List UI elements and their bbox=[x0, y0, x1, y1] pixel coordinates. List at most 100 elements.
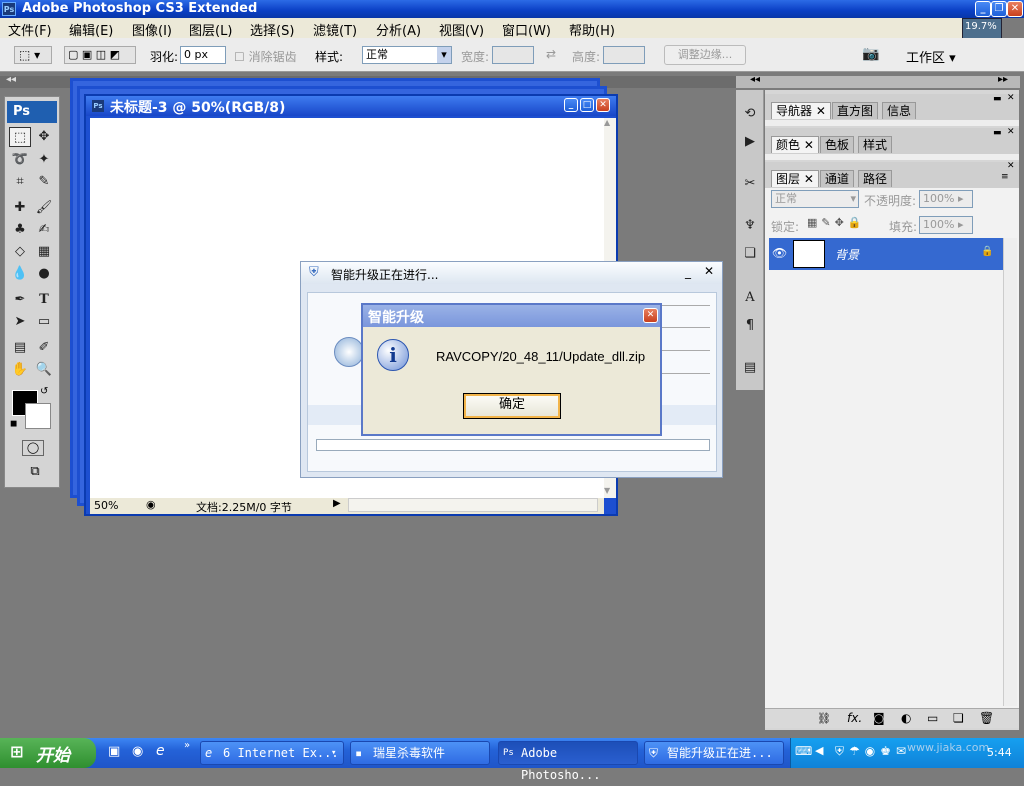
selection-mode-buttons[interactable]: ▢ ▣ ◫ ◩ bbox=[64, 46, 136, 64]
eye-icon[interactable]: 👁 bbox=[772, 246, 787, 260]
default-colors-icon[interactable]: ◼ bbox=[10, 419, 17, 429]
menu-edit[interactable]: 编辑(E) bbox=[69, 20, 113, 39]
lock-icons[interactable]: ▦✎✥🔒 bbox=[807, 216, 866, 229]
menu-image[interactable]: 图像(I) bbox=[132, 20, 172, 39]
menu-layer[interactable]: 图层(L) bbox=[189, 20, 232, 39]
brush-tool-icon[interactable]: 🖌 bbox=[33, 198, 55, 218]
scroll-down-icon[interactable]: ▼ bbox=[604, 486, 610, 495]
media-player-icon[interactable]: ◉ bbox=[132, 744, 143, 759]
menu-window[interactable]: 窗口(W) bbox=[502, 20, 551, 39]
adjustment-layer-icon[interactable]: ◐ bbox=[901, 711, 911, 725]
close-panel-icon[interactable]: ✕ bbox=[1007, 161, 1015, 171]
close-panel-icon[interactable]: ✕ bbox=[1007, 127, 1015, 137]
menu-select[interactable]: 选择(S) bbox=[250, 20, 294, 39]
background-color-swatch[interactable] bbox=[25, 403, 51, 429]
tab-styles[interactable]: 样式 bbox=[858, 136, 893, 153]
expand-icon[interactable]: ▸▸ bbox=[998, 74, 1008, 85]
tray-icons[interactable]: ⛨☂◉♚✉ bbox=[835, 744, 911, 759]
status-menu-icon[interactable]: ◉ bbox=[146, 498, 156, 511]
antialias-checkbox[interactable]: ☐ 消除锯齿 bbox=[234, 48, 297, 65]
message-close-button[interactable]: ✕ bbox=[643, 308, 658, 323]
zoom-tool-icon[interactable]: 🔍 bbox=[33, 360, 55, 380]
group-icon[interactable]: ▭ bbox=[927, 711, 938, 725]
paragraph-panel-icon[interactable]: ¶ bbox=[739, 316, 761, 336]
ie-icon[interactable]: e bbox=[156, 743, 165, 759]
hand-tool-icon[interactable]: ✋ bbox=[9, 360, 31, 380]
eraser-tool-icon[interactable]: ◇ bbox=[9, 242, 31, 262]
menu-file[interactable]: 文件(F) bbox=[8, 20, 52, 39]
quick-mask-icon[interactable]: ◯ bbox=[22, 440, 44, 456]
swap-icon[interactable]: ⇄ bbox=[546, 47, 556, 61]
horizontal-scrollbar[interactable] bbox=[348, 498, 598, 512]
gradient-tool-icon[interactable]: ▦ bbox=[33, 242, 55, 262]
collapse-icon[interactable]: ◂◂ bbox=[750, 74, 760, 85]
swap-colors-icon[interactable]: ↺ bbox=[40, 386, 48, 397]
task-photoshop[interactable]: Ps Adobe Photosho... bbox=[498, 741, 638, 782]
pen-tool-icon[interactable]: ✒ bbox=[9, 290, 31, 310]
scroll-up-icon[interactable]: ▲ bbox=[604, 118, 610, 127]
close-panel-icon[interactable]: ✕ bbox=[1007, 93, 1015, 103]
feather-input[interactable]: 0 px bbox=[180, 46, 226, 64]
layer-row-background[interactable]: 👁 背景 🔒 bbox=[769, 238, 1003, 270]
bridge-icon[interactable]: 📷 bbox=[862, 46, 879, 62]
menu-view[interactable]: 视图(V) bbox=[439, 20, 484, 39]
start-button[interactable]: ⊞ 开始 bbox=[0, 738, 96, 768]
tab-swatches[interactable]: 色板 bbox=[820, 136, 855, 153]
menu-filter[interactable]: 滤镜(T) bbox=[313, 20, 357, 39]
marquee-tool-icon[interactable]: ⬚ bbox=[9, 127, 31, 147]
refine-edge-button[interactable]: 调整边缘... bbox=[664, 45, 746, 65]
magic-wand-icon[interactable]: ✦ bbox=[33, 150, 55, 170]
character-panel-icon[interactable]: A bbox=[739, 288, 761, 308]
height-input[interactable] bbox=[603, 46, 645, 64]
trash-icon[interactable]: 🗑 bbox=[979, 711, 994, 725]
restore-button[interactable]: ❐ bbox=[991, 1, 1007, 17]
healing-brush-icon[interactable]: ✚ bbox=[9, 198, 31, 218]
style-select[interactable]: 正常 ▾ bbox=[362, 46, 452, 64]
link-layers-icon[interactable]: ⛓ bbox=[817, 712, 831, 725]
zoom-level[interactable]: 50% bbox=[94, 499, 118, 512]
message-title-bar[interactable]: 智能升级 ✕ bbox=[363, 305, 660, 327]
menu-analysis[interactable]: 分析(A) bbox=[376, 20, 421, 39]
workspace-menu[interactable]: 工作区 ▾ bbox=[906, 47, 956, 66]
keyboard-icon[interactable]: ⌨ bbox=[795, 744, 812, 758]
layer-comps-icon[interactable]: ❏ bbox=[739, 244, 761, 264]
type-tool-icon[interactable]: T bbox=[33, 290, 55, 310]
updater-title-bar[interactable]: ⛨ 智能升级正在进行... _ ✕ bbox=[301, 262, 722, 284]
minimize-panel-icon[interactable]: ▬ bbox=[993, 128, 1002, 138]
status-arrow-icon[interactable]: ▶ bbox=[333, 498, 341, 509]
move-tool-icon[interactable]: ✥ bbox=[33, 127, 55, 147]
new-layer-icon[interactable]: ❏ bbox=[953, 711, 964, 725]
screen-mode-icon[interactable]: ⧉ bbox=[22, 465, 48, 481]
document-title-bar[interactable]: Ps 未标题-3 @ 50%(RGB/8) _ □ ✕ bbox=[86, 96, 616, 116]
blend-mode-select[interactable]: 正常 ▾ bbox=[771, 190, 859, 208]
tab-navigator[interactable]: 导航器 ✕ bbox=[771, 102, 831, 119]
tool-preset-picker[interactable]: ⬚ ▾ bbox=[14, 46, 52, 64]
blur-tool-icon[interactable]: 💧 bbox=[9, 264, 31, 284]
clone-stamp-icon[interactable]: ♣ bbox=[9, 220, 31, 240]
close-button[interactable]: ✕ bbox=[1007, 1, 1023, 17]
fill-input[interactable]: 100% ▸ bbox=[919, 216, 973, 234]
clock[interactable]: 5:44 bbox=[987, 746, 1012, 759]
history-panel-icon[interactable]: ⟲ bbox=[739, 104, 761, 124]
layers-scrollbar[interactable] bbox=[1003, 238, 1017, 706]
task-smart-update[interactable]: ⛨ 智能升级正在进... bbox=[644, 741, 784, 765]
history-brush-icon[interactable]: ✍ bbox=[33, 220, 55, 240]
notes-tool-icon[interactable]: ▤ bbox=[9, 338, 31, 358]
tab-color[interactable]: 颜色 ✕ bbox=[771, 136, 819, 153]
tool-presets-icon[interactable]: ✂ bbox=[739, 174, 761, 194]
quicklaunch-expand-icon[interactable]: » bbox=[184, 740, 190, 751]
tray-collapse-icon[interactable]: ◀ bbox=[815, 744, 823, 757]
eyedropper-tool-icon[interactable]: ✐ bbox=[33, 338, 55, 358]
clone-source-icon[interactable]: ♆ bbox=[739, 216, 761, 236]
shape-tool-icon[interactable]: ▭ bbox=[33, 312, 55, 332]
crop-tool-icon[interactable]: ⌗ bbox=[9, 172, 31, 192]
doc-close-button[interactable]: ✕ bbox=[596, 98, 610, 112]
doc-maximize-button[interactable]: □ bbox=[580, 98, 594, 112]
fx-icon[interactable]: fx. bbox=[847, 711, 862, 725]
collapse-icon[interactable]: ◂◂ bbox=[6, 74, 16, 85]
ok-button[interactable]: 确定 bbox=[463, 393, 561, 419]
minimize-panel-icon[interactable]: ▬ bbox=[993, 94, 1002, 104]
slice-tool-icon[interactable]: ✎ bbox=[33, 172, 55, 192]
updater-close-button[interactable]: ✕ bbox=[704, 264, 714, 278]
doc-minimize-button[interactable]: _ bbox=[564, 98, 578, 112]
